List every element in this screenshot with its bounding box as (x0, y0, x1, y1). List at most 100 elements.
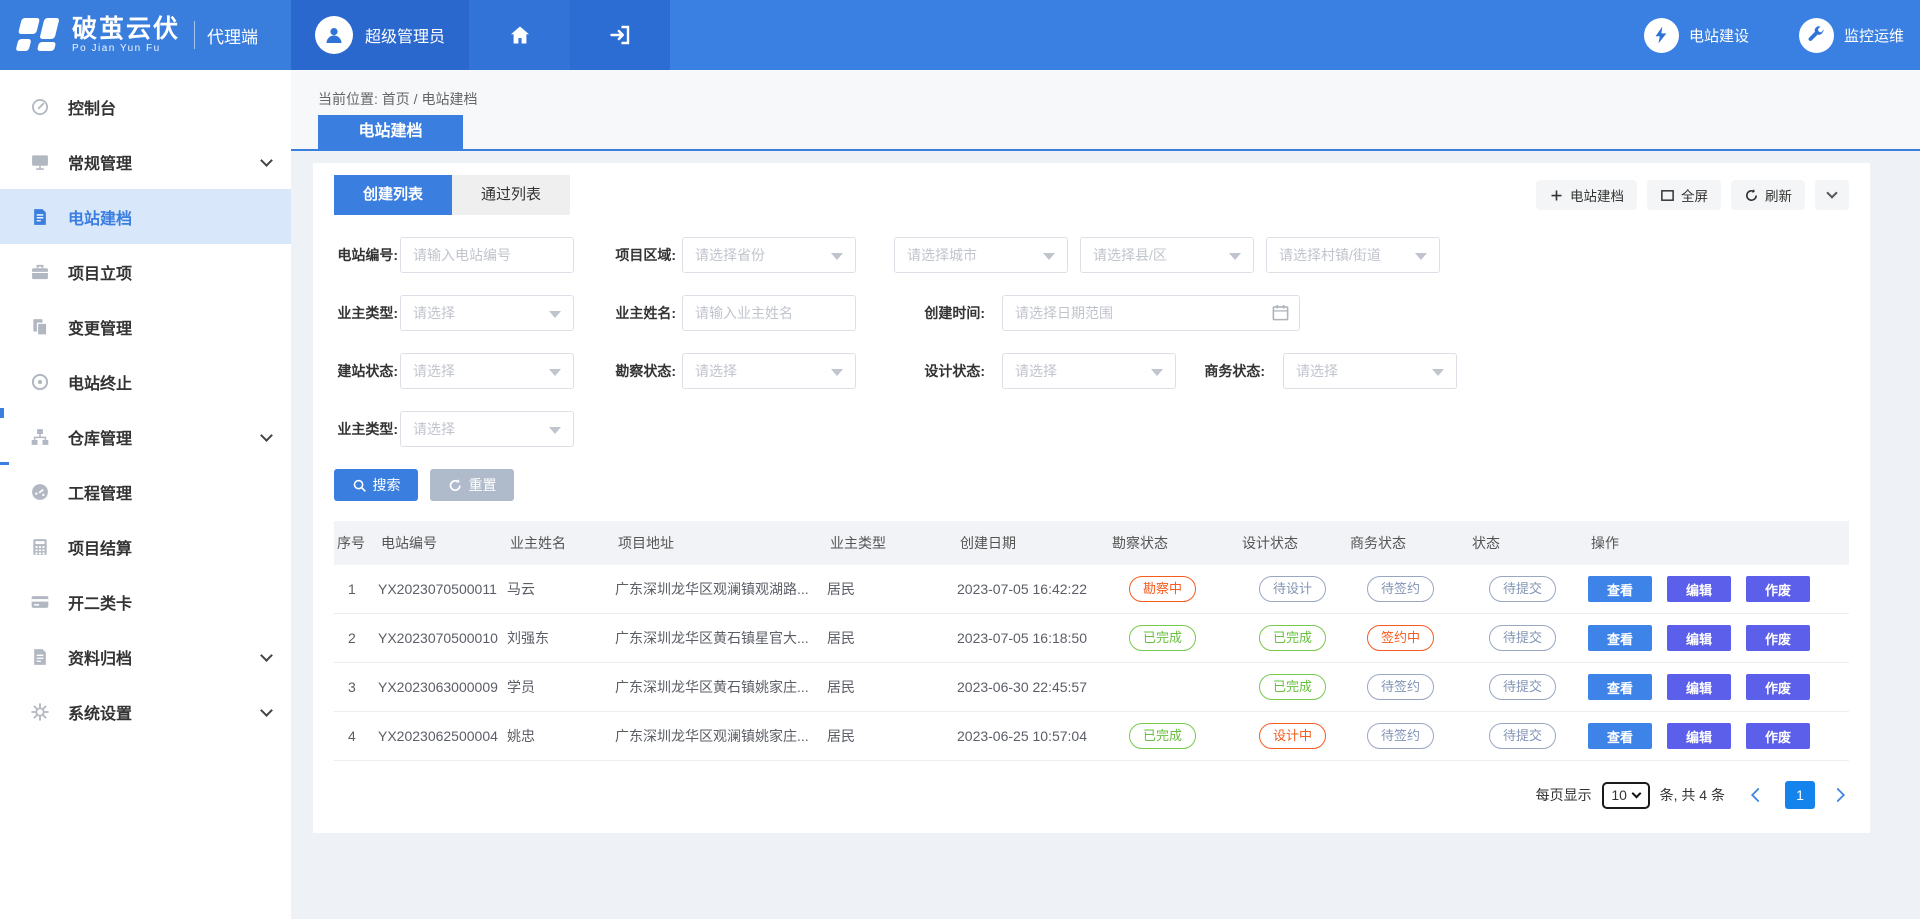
sidebar-item-data-archive[interactable]: 资料归档 (0, 629, 291, 684)
cell-address: 广东深圳龙华区观澜镇观湖路... (615, 579, 827, 599)
view-row-button[interactable]: 查看 (1588, 625, 1652, 651)
cell-status: 待提交 (1469, 674, 1588, 700)
cell-owner-name: 刘强东 (507, 628, 615, 648)
cell-owner-name: 马云 (507, 579, 615, 599)
cell-created: 2023-06-30 22:45:57 (957, 679, 1109, 695)
tab-passed-list[interactable]: 通过列表 (452, 175, 570, 215)
status-badge: 已完成 (1259, 674, 1326, 700)
refresh-button[interactable]: 刷新 (1731, 180, 1805, 210)
survey-status-select[interactable]: 请选择 (682, 353, 856, 389)
cell-index: 2 (334, 630, 378, 646)
edit-row-button[interactable]: 编辑 (1667, 723, 1731, 749)
sidebar-item-system-settings[interactable]: 系统设置 (0, 684, 291, 739)
chevron-down-icon (1415, 253, 1427, 260)
sidebar-item-project-setup[interactable]: 项目立项 (0, 244, 291, 299)
fullscreen-button[interactable]: 全屏 (1647, 180, 1721, 210)
create-station-button[interactable]: 电站建档 (1536, 180, 1637, 210)
province-select[interactable]: 请选择省份 (682, 237, 856, 273)
user-menu[interactable]: 超级管理员 (291, 0, 469, 70)
tab-create-list[interactable]: 创建列表 (334, 175, 452, 215)
sidebar-item-type2-card[interactable]: 开二类卡 (0, 574, 291, 629)
cell-address: 广东深圳龙华区观澜镇姚家庄... (615, 726, 827, 746)
edit-row-button[interactable]: 编辑 (1667, 576, 1731, 602)
cell-business-status: 待签约 (1347, 674, 1469, 700)
sidebar-item-warehouse-mgmt[interactable]: 仓库管理 (0, 409, 291, 464)
status-badge: 勘察中 (1129, 576, 1196, 602)
file-icon (30, 646, 52, 668)
sidebar-item-station-stop[interactable]: 电站终止 (0, 354, 291, 409)
logo-icon (16, 15, 62, 55)
owner-type-select[interactable]: 请选择 (400, 295, 574, 331)
village-select[interactable]: 请选择村镇/街道 (1266, 237, 1440, 273)
panel: 创建列表通过列表 电站建档全屏刷新 电站编号:项目区域:请选择省份请选择城市请选… (313, 163, 1870, 833)
sidebar-item-general-mgmt[interactable]: 常规管理 (0, 134, 291, 189)
cell-owner-type: 居民 (827, 677, 957, 697)
collapse-button[interactable] (1815, 180, 1849, 210)
reset-button[interactable]: 重置 (430, 469, 514, 501)
bolt-icon (1644, 18, 1679, 53)
void-row-button[interactable]: 作废 (1746, 723, 1810, 749)
status-badge: 已完成 (1129, 625, 1196, 651)
calculator-icon (30, 536, 52, 558)
column-header: 序号 (334, 533, 378, 553)
cell-created: 2023-07-05 16:18:50 (957, 630, 1109, 646)
status-badge: 待提交 (1489, 576, 1556, 602)
city-select[interactable]: 请选择城市 (894, 237, 1068, 273)
filter-form: 电站编号:项目区域:请选择省份请选择城市请选择县/区请选择村镇/街道业主类型:请… (334, 237, 1849, 447)
void-row-button[interactable]: 作废 (1746, 576, 1810, 602)
chevron-down-icon (549, 311, 561, 318)
view-row-button[interactable]: 查看 (1588, 576, 1652, 602)
column-header: 电站编号 (378, 533, 507, 553)
cell-business-status: 待签约 (1347, 576, 1469, 602)
search-button[interactable]: 搜索 (334, 469, 418, 501)
chevron-down-icon (1432, 369, 1444, 376)
prev-page-button[interactable] (1747, 786, 1765, 804)
sidebar-item-project-settle[interactable]: 项目结算 (0, 519, 291, 574)
status-badge: 设计中 (1259, 723, 1326, 749)
pagination: 每页显示 10 条, 共 4 条 1 (334, 781, 1849, 809)
logout-button[interactable] (570, 0, 670, 70)
business-status-select[interactable]: 请选择 (1283, 353, 1457, 389)
home-button[interactable] (469, 0, 570, 70)
top-nav: 电站建设 监控运维 (1644, 0, 1920, 70)
edit-row-button[interactable]: 编辑 (1667, 674, 1731, 700)
page-1-button[interactable]: 1 (1785, 781, 1815, 809)
target-icon (30, 371, 52, 393)
logo[interactable]: 破茧云伏 Po Jian Yun Fu 代理端 (0, 0, 291, 70)
cell-actions: 查看编辑作废 (1588, 625, 1849, 651)
gauge-icon (30, 96, 52, 118)
cell-survey-status: 勘察中 (1109, 576, 1239, 602)
view-row-button[interactable]: 查看 (1588, 674, 1652, 700)
sidebar-item-console[interactable]: 控制台 (0, 79, 291, 134)
cell-actions: 查看编辑作废 (1588, 723, 1849, 749)
owner-name-input[interactable] (682, 295, 856, 331)
sidebar-item-change-mgmt[interactable]: 变更管理 (0, 299, 291, 354)
cell-owner-name: 姚忠 (507, 726, 615, 746)
column-header: 项目地址 (615, 533, 827, 553)
build-status-select[interactable]: 请选择 (400, 353, 574, 389)
created-date-range-input[interactable] (1002, 295, 1300, 331)
chevron-down-icon (1229, 253, 1241, 260)
edit-row-button[interactable]: 编辑 (1667, 625, 1731, 651)
sidebar-item-station-archive[interactable]: 电站建档 (0, 189, 291, 244)
void-row-button[interactable]: 作废 (1746, 674, 1810, 700)
owner-type-select-2[interactable]: 请选择 (400, 411, 574, 447)
panel-toolbar: 电站建档全屏刷新 (1536, 180, 1849, 210)
county-select[interactable]: 请选择县/区 (1080, 237, 1254, 273)
cell-business-status: 签约中 (1347, 625, 1469, 651)
top-nav-monitor-ops[interactable]: 监控运维 (1799, 18, 1904, 53)
status-badge: 签约中 (1367, 625, 1434, 651)
view-row-button[interactable]: 查看 (1588, 723, 1652, 749)
top-nav-station-build[interactable]: 电站建设 (1644, 18, 1749, 53)
void-row-button[interactable]: 作废 (1746, 625, 1810, 651)
status-badge: 待签约 (1367, 674, 1434, 700)
next-page-button[interactable] (1831, 786, 1849, 804)
cell-station-code: YX2023062500004 (378, 728, 507, 744)
design-status-select[interactable]: 请选择 (1002, 353, 1176, 389)
station-code-input[interactable] (400, 237, 574, 273)
sidebar-item-project-mgmt[interactable]: 工程管理 (0, 464, 291, 519)
page-tab-station-archive[interactable]: 电站建档 (318, 115, 463, 149)
column-header: 设计状态 (1239, 533, 1347, 553)
copy-icon (30, 316, 52, 338)
per-page-select[interactable]: 10 (1602, 782, 1650, 809)
